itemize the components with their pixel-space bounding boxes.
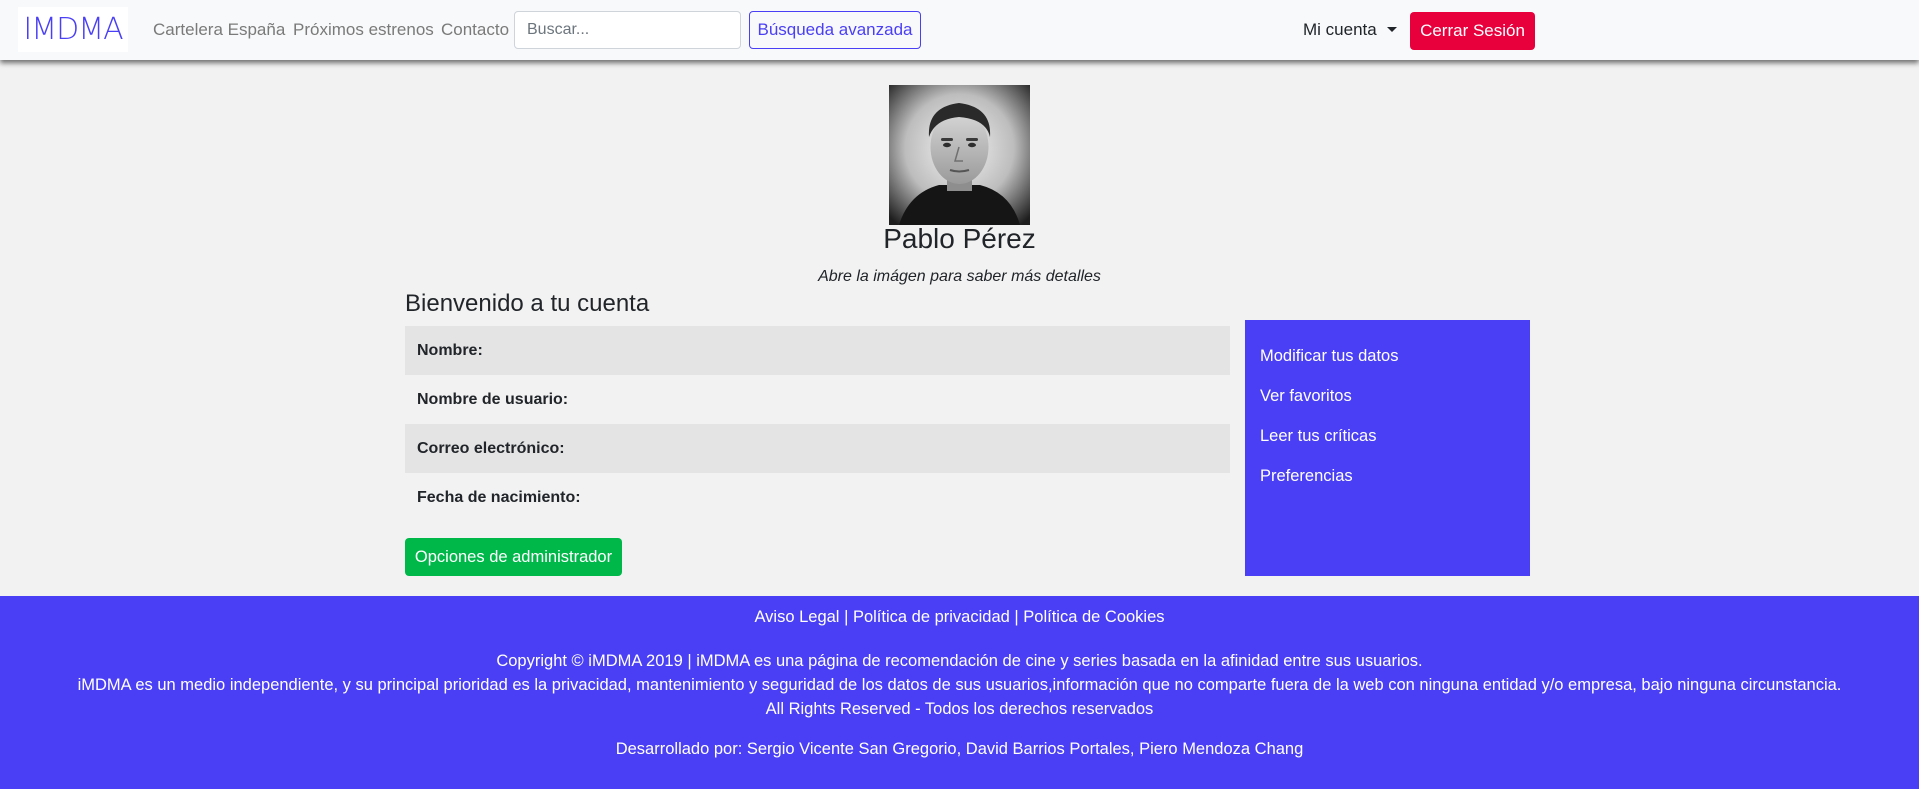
footer-rights: All Rights Reserved - Todos los derechos… xyxy=(765,700,1154,718)
profile-name: Pablo Pérez xyxy=(883,223,1036,254)
side-link-ver-favoritos[interactable]: Ver favoritos xyxy=(1245,386,1530,426)
navbar: IMDMA Cartelera España Próximos estrenos… xyxy=(0,0,1919,60)
side-link-leer-criticas[interactable]: Leer tus críticas xyxy=(1245,426,1530,466)
side-link-preferencias[interactable]: Preferencias xyxy=(1245,466,1530,506)
side-link-modificar-datos[interactable]: Modificar tus datos xyxy=(1245,346,1530,386)
account-dropdown-label: Mi cuenta xyxy=(1303,20,1377,39)
details-row-correo: Correo electrónico: xyxy=(405,424,1230,473)
field-label: Correo electrónico: xyxy=(417,439,565,457)
footer-link-aviso-legal[interactable]: Aviso Legal xyxy=(754,608,839,626)
field-label: Fecha de nacimiento: xyxy=(417,488,581,506)
search-input[interactable] xyxy=(514,11,741,49)
account-dropdown[interactable]: Mi cuenta xyxy=(1303,20,1397,40)
field-label: Nombre: xyxy=(417,341,483,359)
account-side-menu: Modificar tus datos Ver favoritos Leer t… xyxy=(1245,320,1530,576)
profile-avatar[interactable] xyxy=(889,85,1030,225)
footer-separator: | xyxy=(844,608,849,626)
brand-logo[interactable]: IMDMA xyxy=(18,7,128,52)
field-label: Nombre de usuario: xyxy=(417,390,569,408)
nav-link-contacto[interactable]: Contacto xyxy=(441,20,509,40)
footer-link-privacidad[interactable]: Política de privacidad xyxy=(853,608,1010,626)
caret-down-icon xyxy=(1386,27,1397,32)
nav-link-cartelera[interactable]: Cartelera España xyxy=(153,20,285,40)
profile-hint: Abre la imágen para saber más detalles xyxy=(818,268,1101,285)
details-row-usuario: Nombre de usuario: xyxy=(405,375,1230,424)
footer-independence: iMDMA es un medio independiente, y su pr… xyxy=(77,676,1842,694)
account-details-table: Nombre: Nombre de usuario: Correo electr… xyxy=(405,326,1230,522)
footer-separator: | xyxy=(1014,608,1019,626)
footer-link-cookies[interactable]: Política de Cookies xyxy=(1023,608,1164,626)
avatar-photo xyxy=(889,85,1030,225)
welcome-heading: Bienvenido a tu cuenta xyxy=(405,290,650,317)
advanced-search-button[interactable]: Búsqueda avanzada xyxy=(749,11,921,49)
details-row-fecha: Fecha de nacimiento: xyxy=(405,473,1230,522)
footer-legal-links: Aviso Legal | Política de privacidad | P… xyxy=(0,608,1919,627)
nav-link-proximos-estrenos[interactable]: Próximos estrenos xyxy=(293,20,434,40)
footer: Aviso Legal | Política de privacidad | P… xyxy=(0,596,1919,789)
footer-developers: Desarrollado por: Sergio Vicente San Gre… xyxy=(615,740,1304,758)
details-row-nombre: Nombre: xyxy=(405,326,1230,375)
brand-text: IMDMA xyxy=(23,12,123,47)
footer-copyright: Copyright © iMDMA 2019 | iMDMA es una pá… xyxy=(496,652,1423,670)
logout-button[interactable]: Cerrar Sesión xyxy=(1410,12,1535,50)
admin-options-button[interactable]: Opciones de administrador xyxy=(405,538,622,576)
